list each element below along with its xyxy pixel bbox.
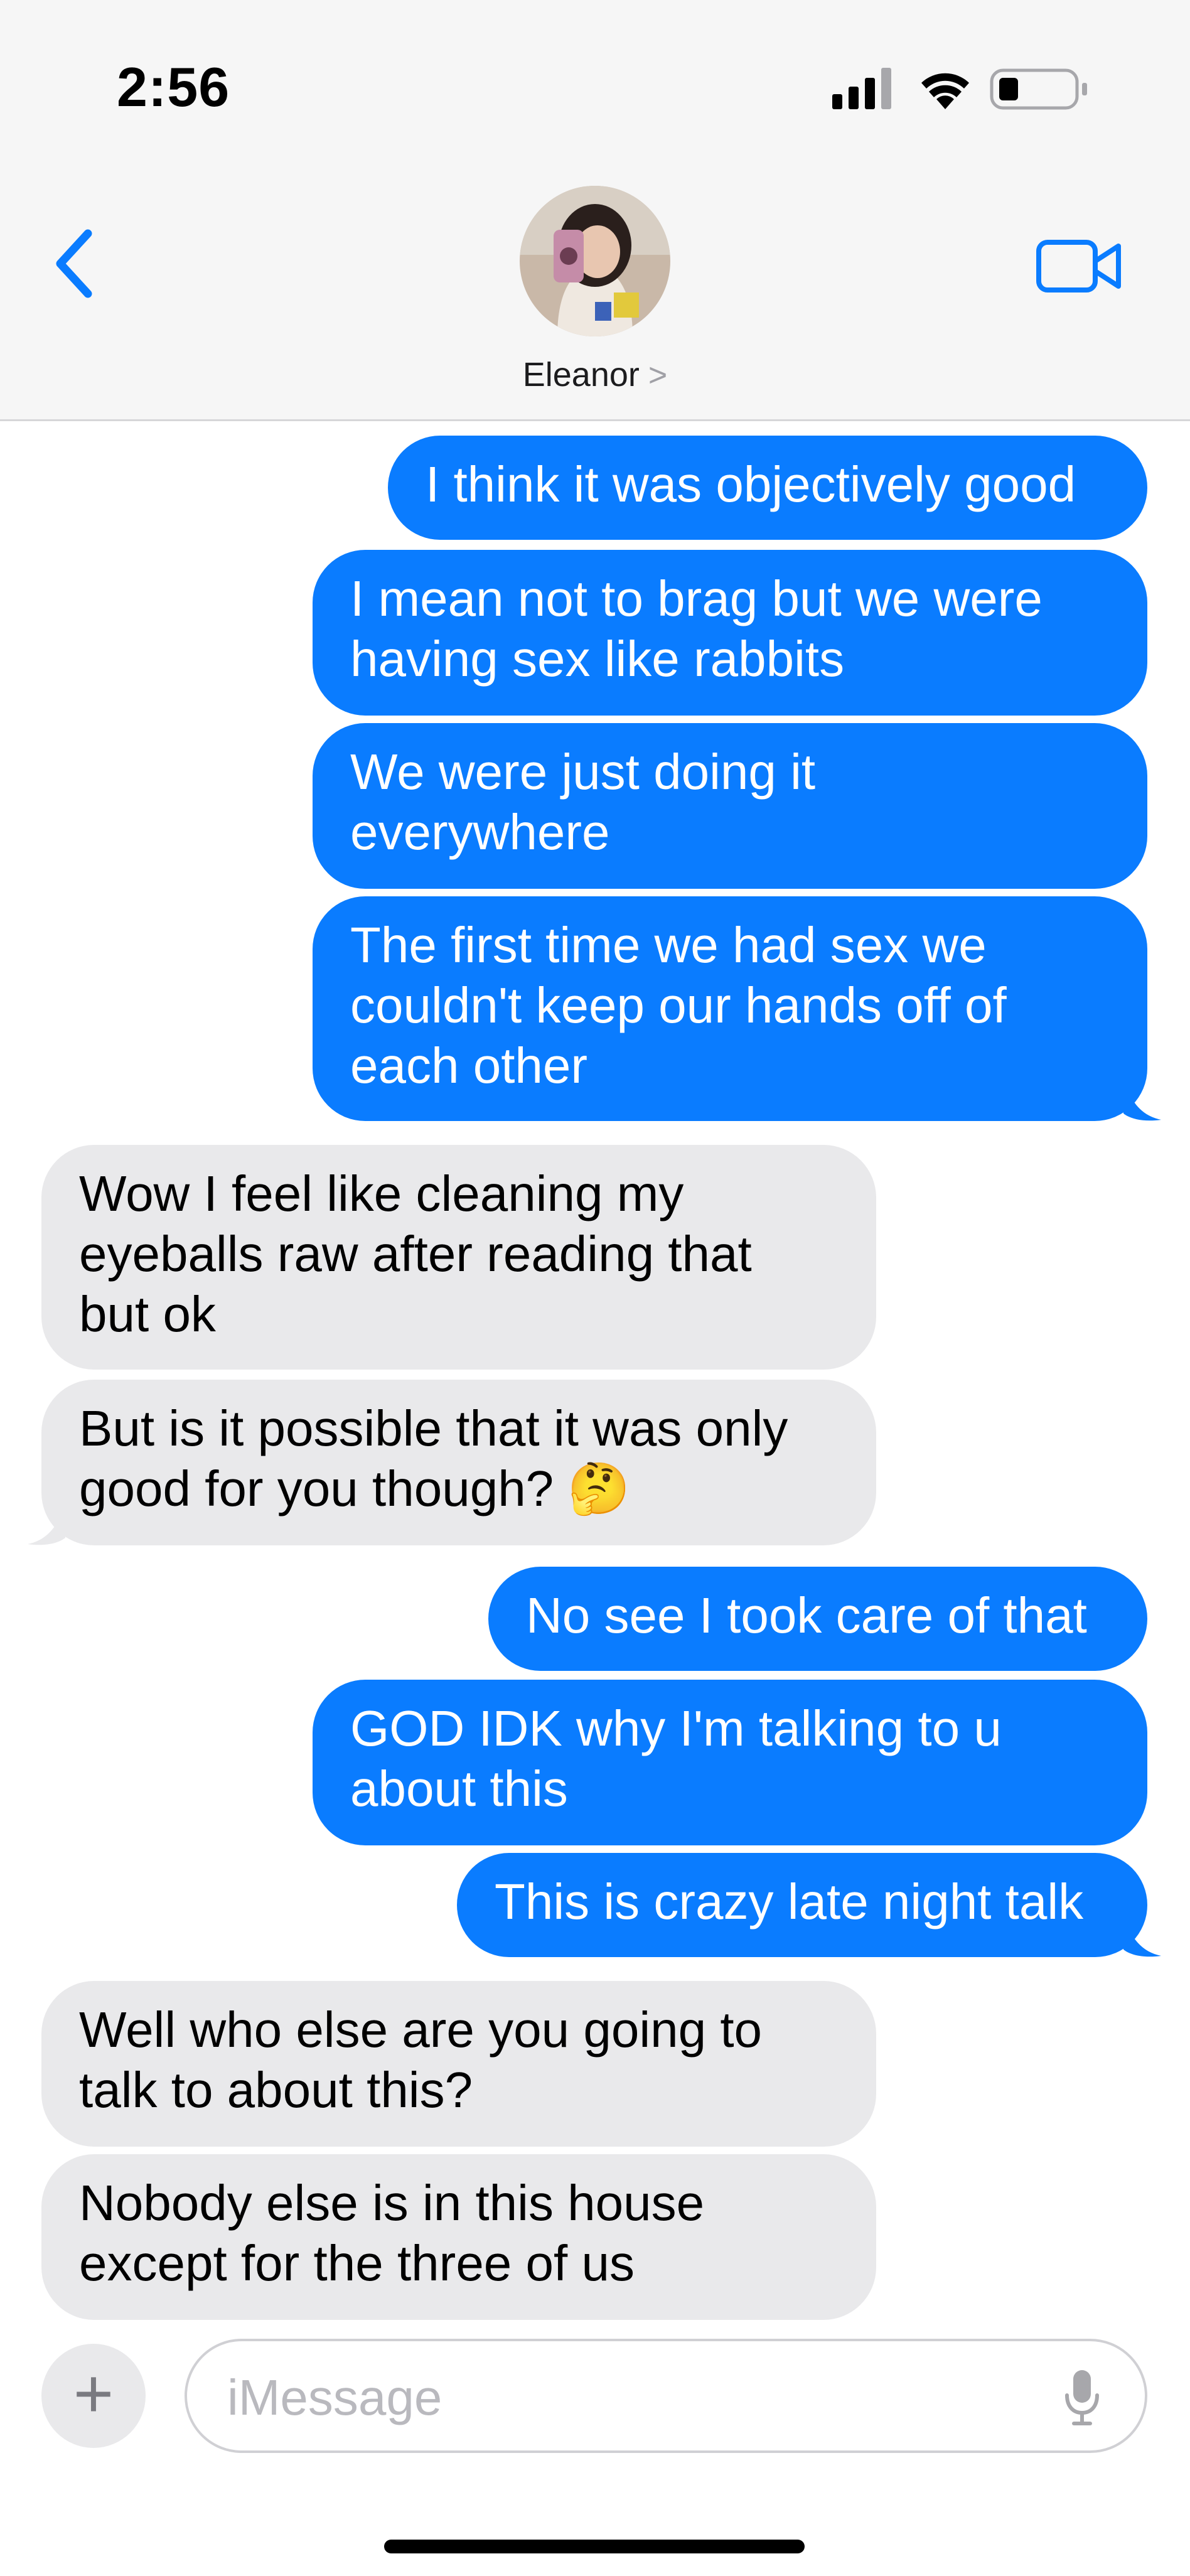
message-composer: + iMessage — [0, 2322, 1190, 2576]
outgoing-message[interactable]: I mean not to brag but we were having se… — [313, 550, 1147, 716]
video-camera-icon[interactable] — [1036, 235, 1123, 298]
outgoing-message[interactable]: GOD IDK why I'm talking to u about this — [313, 1680, 1147, 1845]
imessage-input[interactable]: iMessage — [185, 2339, 1147, 2453]
wifi-icon — [921, 73, 969, 109]
battery-icon — [990, 68, 1087, 110]
incoming-message[interactable]: Nobody else is in this house except for … — [41, 2154, 876, 2320]
plus-icon: + — [73, 2355, 114, 2432]
contact-name-row[interactable]: Eleanor > — [0, 355, 1190, 394]
avatar-photo — [520, 186, 670, 336]
chevron-right-icon: > — [648, 357, 668, 394]
message-thread[interactable]: I think it was objectively good I mean n… — [0, 427, 1190, 2322]
status-time: 2:56 — [117, 56, 230, 118]
outgoing-message[interactable]: No see I took care of that — [488, 1567, 1147, 1671]
outgoing-message[interactable]: This is crazy late night talk — [457, 1853, 1147, 1957]
microphone-icon[interactable] — [1063, 2368, 1101, 2428]
incoming-message[interactable]: Well who else are you going to talk to a… — [41, 1981, 876, 2147]
input-placeholder: iMessage — [227, 2369, 442, 2425]
bubble-tail — [28, 1501, 65, 1545]
back-chevron-icon[interactable] — [49, 226, 99, 301]
bubble-tail — [1123, 1077, 1161, 1121]
incoming-message[interactable]: But is it possible that it was only good… — [41, 1380, 876, 1545]
incoming-message[interactable]: Wow I feel like cleaning my eyeballs raw… — [41, 1145, 876, 1370]
contact-name: Eleanor — [522, 356, 640, 394]
contact-avatar[interactable] — [520, 186, 670, 336]
home-indicator[interactable] — [384, 2540, 805, 2553]
cellular-signal-icon — [832, 68, 891, 109]
outgoing-message[interactable]: We were just doing it everywhere — [313, 723, 1147, 889]
apps-plus-button[interactable]: + — [41, 2344, 146, 2448]
outgoing-message[interactable]: The first time we had sex we couldn't ke… — [313, 896, 1147, 1121]
status-icons — [832, 68, 1087, 110]
status-bar: 2:56 — [0, 0, 1190, 151]
bubble-tail — [1123, 1913, 1161, 1957]
conversation-header: Eleanor > — [0, 151, 1190, 421]
outgoing-message[interactable]: I think it was objectively good — [388, 436, 1147, 540]
